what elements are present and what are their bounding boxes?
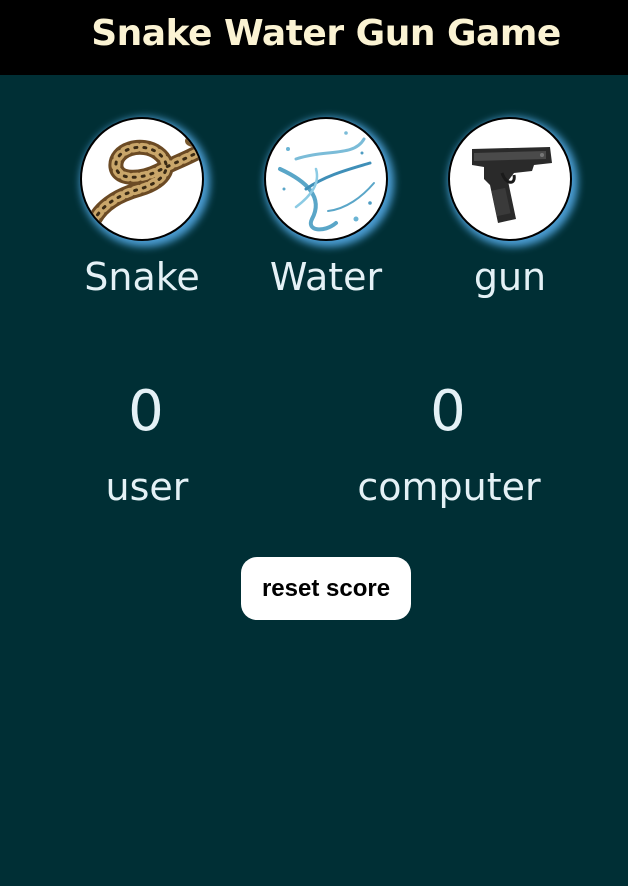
- computer-score-value: 0: [430, 379, 466, 444]
- water-choice-image[interactable]: [264, 117, 388, 241]
- user-score-value: 0: [128, 379, 164, 444]
- snake-icon: [82, 135, 202, 239]
- choice-label-snake: Snake: [84, 255, 200, 299]
- choice-label-gun: gun: [473, 255, 547, 299]
- pistol-icon: [472, 147, 552, 223]
- header-bar: Snake Water Gun Game: [0, 0, 628, 75]
- computer-score-label: computer: [357, 465, 541, 509]
- reset-score-button[interactable]: reset score: [241, 557, 411, 620]
- user-score-label: user: [105, 465, 189, 509]
- water-splash-icon: [278, 131, 375, 232]
- gun-choice-image[interactable]: [448, 117, 572, 241]
- snake-choice-image[interactable]: [80, 117, 204, 241]
- choice-label-water: Water: [269, 255, 383, 299]
- page-title: Snake Water Gun Game: [91, 13, 561, 54]
